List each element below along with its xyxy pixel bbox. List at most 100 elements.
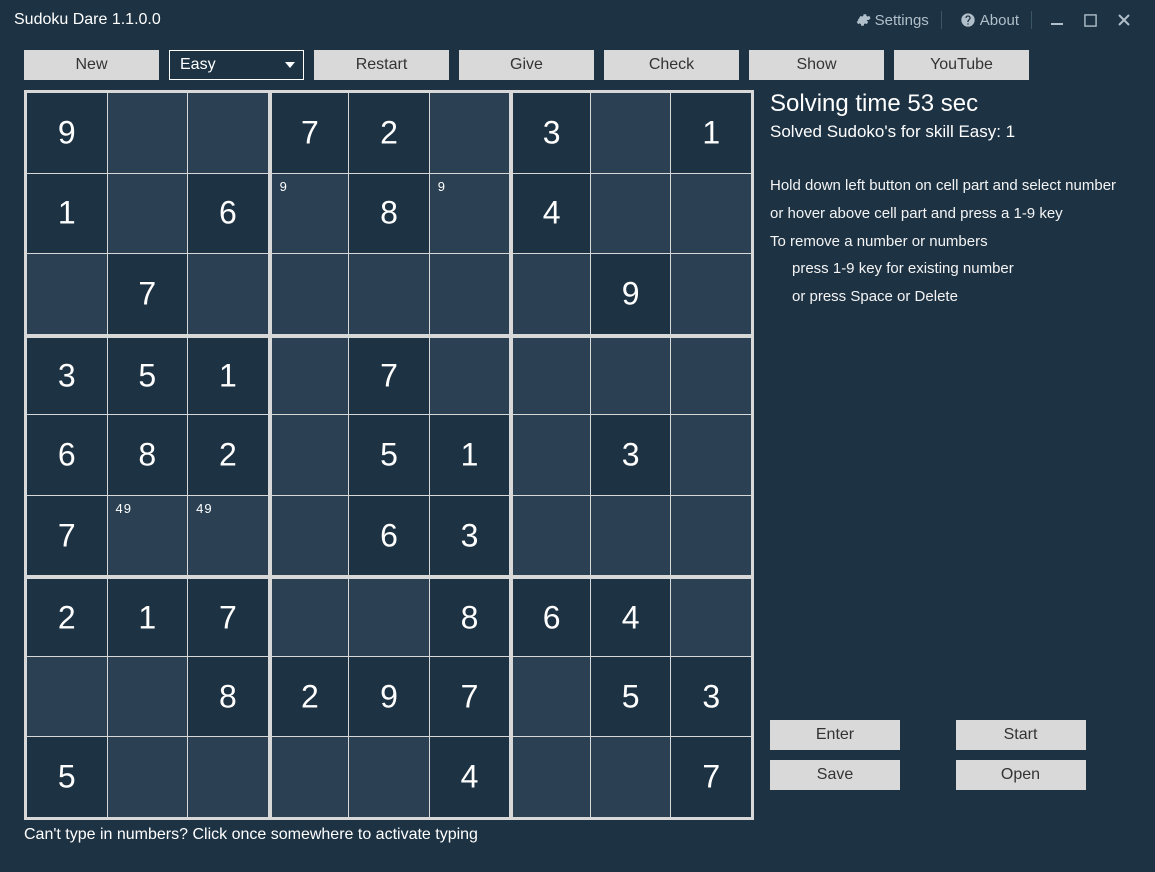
sudoku-cell[interactable] [269, 335, 349, 415]
sudoku-cell[interactable] [671, 335, 751, 415]
sudoku-cell[interactable]: 5 [349, 415, 429, 495]
sudoku-cell[interactable] [269, 415, 349, 495]
sudoku-cell[interactable] [510, 254, 590, 334]
sudoku-cell[interactable]: 1 [671, 93, 751, 173]
sudoku-cell[interactable] [108, 93, 188, 173]
sudoku-cell[interactable] [349, 737, 429, 817]
sudoku-cell[interactable]: 9 [269, 174, 349, 254]
give-button[interactable]: Give [459, 50, 594, 80]
sudoku-cell[interactable]: 7 [27, 496, 107, 576]
sudoku-cell[interactable]: 7 [430, 657, 510, 737]
sudoku-cell[interactable] [269, 576, 349, 656]
new-button[interactable]: New [24, 50, 159, 80]
sudoku-cell[interactable]: 5 [27, 737, 107, 817]
sudoku-cell[interactable] [591, 174, 671, 254]
sudoku-cell[interactable]: 1 [430, 415, 510, 495]
sudoku-cell[interactable] [430, 335, 510, 415]
maximize-button[interactable] [1074, 14, 1107, 27]
enter-button[interactable]: Enter [770, 720, 900, 750]
sudoku-cell[interactable] [671, 576, 751, 656]
sudoku-cell[interactable]: 2 [27, 576, 107, 656]
sudoku-cell[interactable]: 7 [349, 335, 429, 415]
sudoku-cell[interactable]: 4 [591, 576, 671, 656]
sudoku-cell[interactable] [671, 496, 751, 576]
sudoku-cell[interactable]: 2 [349, 93, 429, 173]
open-button[interactable]: Open [956, 760, 1086, 790]
sudoku-cell[interactable] [108, 174, 188, 254]
sudoku-cell[interactable]: 7 [108, 254, 188, 334]
about-label: About [980, 12, 1019, 29]
sudoku-cell[interactable]: 8 [430, 576, 510, 656]
sudoku-cell[interactable] [188, 254, 268, 334]
sudoku-cell[interactable]: 8 [108, 415, 188, 495]
about-button[interactable]: About [956, 12, 1023, 29]
sudoku-cell[interactable] [188, 93, 268, 173]
sudoku-cell[interactable]: 5 [591, 657, 671, 737]
sudoku-cell[interactable] [671, 415, 751, 495]
sudoku-cell[interactable] [430, 254, 510, 334]
sudoku-cell[interactable] [27, 254, 107, 334]
sudoku-cell[interactable] [510, 657, 590, 737]
sudoku-cell[interactable]: 3 [510, 93, 590, 173]
check-button[interactable]: Check [604, 50, 739, 80]
sudoku-cell[interactable] [510, 415, 590, 495]
sudoku-cell[interactable] [269, 496, 349, 576]
sudoku-cell[interactable] [671, 174, 751, 254]
sudoku-cell[interactable] [591, 93, 671, 173]
sudoku-cell[interactable]: 3 [671, 657, 751, 737]
sudoku-cell[interactable]: 8 [188, 657, 268, 737]
sudoku-cell[interactable]: 4 [430, 737, 510, 817]
sudoku-cell[interactable]: 9 [591, 254, 671, 334]
sudoku-cell[interactable]: 7 [269, 93, 349, 173]
sudoku-cell[interactable]: 6 [27, 415, 107, 495]
restart-button[interactable]: Restart [314, 50, 449, 80]
sudoku-cell[interactable]: 9 [349, 657, 429, 737]
sudoku-cell[interactable]: 9 [27, 93, 107, 173]
sudoku-cell[interactable]: 1 [108, 576, 188, 656]
sudoku-cell[interactable] [108, 737, 188, 817]
sudoku-cell[interactable]: 7 [188, 576, 268, 656]
sudoku-cell[interactable] [510, 496, 590, 576]
sudoku-cell[interactable] [27, 657, 107, 737]
sudoku-cell[interactable]: 6 [188, 174, 268, 254]
sudoku-cell[interactable]: 9 [430, 174, 510, 254]
sudoku-cell[interactable]: 3 [430, 496, 510, 576]
sudoku-cell[interactable]: 5 [108, 335, 188, 415]
difficulty-select[interactable]: Easy [169, 50, 304, 80]
sudoku-cell[interactable] [510, 737, 590, 817]
sudoku-cell[interactable] [591, 335, 671, 415]
sudoku-cell[interactable] [430, 93, 510, 173]
sudoku-cell[interactable]: 1 [27, 174, 107, 254]
save-button[interactable]: Save [770, 760, 900, 790]
sudoku-cell[interactable]: 49 [188, 496, 268, 576]
youtube-button[interactable]: YouTube [894, 50, 1029, 80]
show-button[interactable]: Show [749, 50, 884, 80]
sudoku-cell[interactable] [349, 254, 429, 334]
sudoku-cell[interactable]: 3 [591, 415, 671, 495]
sudoku-cell[interactable]: 4 [510, 174, 590, 254]
sudoku-cell[interactable]: 2 [269, 657, 349, 737]
cell-value: 1 [138, 599, 156, 636]
sudoku-cell[interactable] [591, 737, 671, 817]
close-button[interactable] [1107, 13, 1141, 27]
sudoku-cell[interactable] [591, 496, 671, 576]
sudoku-cell[interactable] [269, 254, 349, 334]
sudoku-cell[interactable]: 6 [349, 496, 429, 576]
sudoku-cell[interactable] [269, 737, 349, 817]
sudoku-cell[interactable]: 1 [188, 335, 268, 415]
sudoku-cell[interactable]: 6 [510, 576, 590, 656]
sudoku-cell[interactable]: 7 [671, 737, 751, 817]
sudoku-cell[interactable] [671, 254, 751, 334]
sudoku-cell[interactable] [108, 657, 188, 737]
sudoku-cell[interactable]: 2 [188, 415, 268, 495]
sudoku-cell[interactable] [510, 335, 590, 415]
sudoku-cell[interactable]: 3 [27, 335, 107, 415]
minimize-button[interactable] [1040, 13, 1074, 27]
settings-button[interactable]: Settings [851, 12, 933, 29]
sudoku-cell[interactable]: 8 [349, 174, 429, 254]
cell-value: 5 [380, 436, 398, 473]
sudoku-cell[interactable]: 49 [108, 496, 188, 576]
start-button[interactable]: Start [956, 720, 1086, 750]
sudoku-cell[interactable] [188, 737, 268, 817]
sudoku-cell[interactable] [349, 576, 429, 656]
